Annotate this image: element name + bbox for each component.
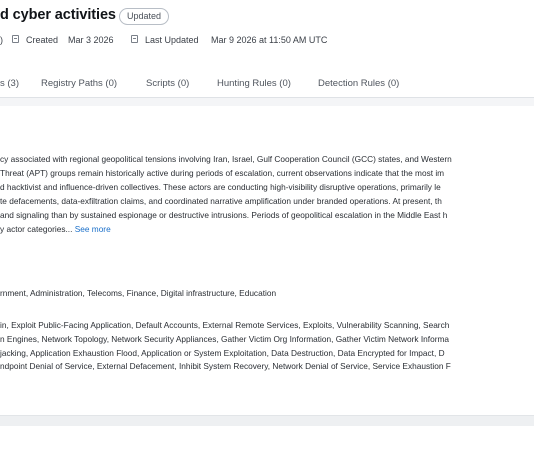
techniques-line: n Engines, Network Topology, Network Sec… — [0, 334, 449, 344]
description-line: and signaling than by sustained espionag… — [0, 210, 448, 220]
created-value: Mar 3 2026 — [68, 35, 114, 45]
description-line: Threat (APT) groups remain historically … — [0, 168, 445, 178]
techniques-line: jacking, Application Exhaustion Flood, A… — [0, 348, 445, 358]
section-divider — [0, 415, 534, 426]
calendar-icon — [12, 35, 19, 43]
techniques-line: ndpoint Denial of Service, External Defa… — [0, 361, 451, 371]
see-more-link[interactable]: See more — [75, 224, 111, 234]
description-line: te defacements, data-exfiltration claims… — [0, 196, 442, 206]
updated-label: Last Updated — [145, 35, 199, 45]
tabs-band — [0, 98, 534, 106]
created-label: Created — [26, 35, 59, 45]
tab-detection-rules[interactable]: Detection Rules (0) — [318, 78, 399, 89]
description-line: d hacktivist and influence-driven collec… — [0, 182, 441, 192]
techniques-line: in, Exploit Public-Facing Application, D… — [0, 320, 450, 330]
description-last-line: y actor categories... See more — [0, 224, 111, 234]
meta-partial: ) — [0, 35, 3, 45]
calendar-icon — [131, 35, 138, 43]
tab-partial[interactable]: s (3) — [0, 78, 19, 89]
page-title: d cyber activities — [0, 7, 116, 23]
tab-scripts[interactable]: Scripts (0) — [146, 78, 189, 89]
status-badge: Updated — [119, 8, 170, 25]
updated-value: Mar 9 2026 at 11:50 AM UTC — [211, 35, 328, 45]
tab-registry-paths[interactable]: Registry Paths (0) — [41, 78, 117, 89]
tab-hunting-rules[interactable]: Hunting Rules (0) — [217, 78, 291, 89]
sectors-list: rnment, Administration, Telecoms, Financ… — [0, 288, 277, 298]
description-line: cy associated with regional geopolitical… — [0, 154, 452, 164]
description-line: y actor categories... — [0, 224, 73, 234]
